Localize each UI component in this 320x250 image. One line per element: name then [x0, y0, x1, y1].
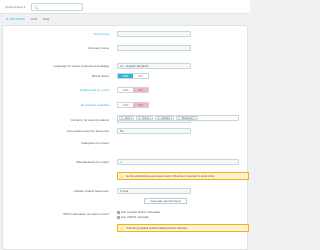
enable-yes[interactable]: YES: [118, 88, 133, 92]
page: Quick Access ▾ 🔍︎ ⚙ SETTINGS LOG FAQ Sho…: [0, 0, 250, 250]
company-name-label: Company name: [87, 46, 109, 50]
all-products-no[interactable]: NO: [133, 103, 148, 107]
radio-builtin-label: Use module built-in scheduler: [121, 210, 161, 214]
quick-access-link[interactable]: Quick Access ▾: [5, 5, 25, 9]
tab-log-label: LOG: [30, 17, 38, 21]
search-input[interactable]: 🔍︎: [31, 3, 83, 11]
brand-label: Brand prices: [92, 74, 109, 78]
categories-label: Categories for export: [80, 141, 109, 145]
tab-faq-label: FAQ: [43, 17, 50, 21]
brand-yes[interactable]: YES: [118, 74, 133, 78]
all-products-yes[interactable]: YES: [118, 103, 133, 107]
enable-no[interactable]: NO: [133, 88, 148, 92]
search-icon: 🔍︎: [34, 4, 40, 10]
warning-text: Set the administrative permission feed t…: [125, 174, 216, 178]
manufacturer-label: Manufacturers for export: [76, 160, 109, 164]
gear-icon: ⚙: [6, 17, 9, 21]
currency-label: Currency for export products: [70, 118, 109, 122]
category-chip[interactable]: 2 - Home ×: [136, 116, 154, 120]
settings-panel: Shop name Company name Language for expo…: [2, 25, 249, 250]
shop-name-field[interactable]: [117, 31, 191, 37]
update-label: Update product feed every: [73, 189, 109, 193]
warning-icon: ⚠: [120, 173, 124, 179]
radio-builtin[interactable]: Use module built-in scheduler: [117, 210, 161, 214]
all-products-switch[interactable]: YES NO: [117, 102, 149, 108]
tab-log[interactable]: LOG: [31, 17, 37, 21]
brand-no[interactable]: NO: [133, 74, 148, 78]
update-select[interactable]: 1 hour: [117, 188, 191, 194]
enable-feed-switch[interactable]: YES NO: [117, 87, 149, 93]
tab-faq[interactable]: FAQ: [43, 17, 49, 21]
brand-switch[interactable]: YES NO: [117, 73, 149, 79]
top-bar: Quick Access ▾ 🔍︎: [0, 0, 250, 14]
radio-button[interactable]: [117, 215, 120, 219]
tab-settings[interactable]: ⚙ SETTINGS: [6, 17, 25, 21]
tab-settings-label: SETTINGS: [9, 17, 25, 21]
warning-icon: ⚠: [120, 225, 124, 231]
list-select[interactable]: No: [117, 128, 191, 134]
shop-name-label: Shop name: [93, 32, 109, 36]
radio-cron-label: Use CRON manually: [121, 215, 149, 219]
category-chip[interactable]: 1 - Root ×: [119, 116, 135, 120]
manufacturer-field[interactable]: ×: [117, 159, 239, 165]
scheduler-alert: ⚠ Push the generated product catalog fee…: [117, 224, 249, 232]
warning-alert: ⚠ Set the administrative permission feed…: [117, 172, 249, 180]
all-products-label: All products available: [80, 103, 109, 107]
enable-feed-label: Enable feed on errors: [80, 88, 109, 92]
radio-button[interactable]: [117, 210, 120, 214]
list-label: List product export to feed price: [66, 129, 109, 133]
generate-feed-button[interactable]: Generate product feed: [144, 198, 187, 204]
scheduler-label: Which scheduler you want to use?: [63, 212, 109, 216]
radio-cron[interactable]: Use CRON manually: [117, 215, 149, 219]
category-chip[interactable]: 7 - Stationery ×: [176, 116, 198, 120]
category-chip[interactable]: 3 - Clothes ×: [155, 116, 175, 120]
company-name-field[interactable]: [117, 45, 191, 51]
scheduler-alert-text: Push the generated product catalog feed …: [125, 226, 189, 230]
tab-bar: ⚙ SETTINGS LOG FAQ: [0, 15, 49, 23]
categories-field[interactable]: 1 - Root × 2 - Home × 3 - Clothes × 7 - …: [117, 115, 239, 121]
language-select[interactable]: en - English (English): [117, 63, 191, 69]
language-label: Language for export products and catalog: [53, 64, 109, 68]
